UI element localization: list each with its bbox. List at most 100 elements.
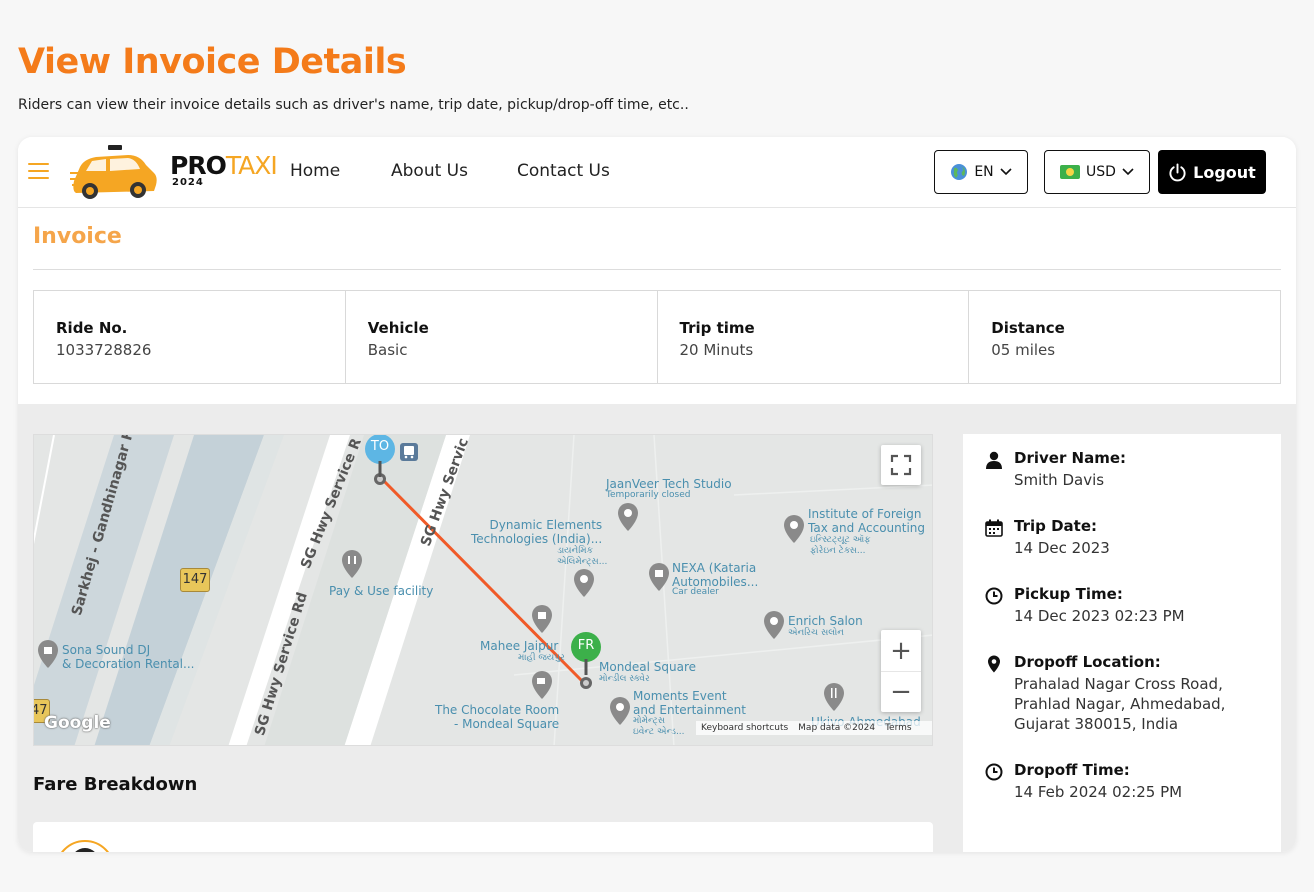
trip-details-card: Driver Name: Smith Davis Trip Date: 14 D…	[963, 434, 1281, 852]
clock-icon	[985, 587, 1003, 605]
calendar-icon	[985, 519, 1003, 537]
place-note: Temporarily closed	[606, 490, 691, 500]
cafe-pin-icon[interactable]	[532, 671, 552, 699]
map-data-label: Map data ©2024	[798, 723, 876, 733]
place-label[interactable]: Pay & Use facility	[329, 584, 433, 598]
logo-taxi: TAXI	[225, 151, 278, 180]
nav-link-about-us[interactable]: About Us	[391, 161, 468, 181]
place-note: એનરિચ સલોન	[788, 628, 844, 638]
fare-breakdown-title: Fare Breakdown	[33, 774, 198, 795]
place-note: માહી જયપુર	[518, 653, 565, 663]
zoom-out-button[interactable]: −	[881, 671, 921, 712]
stat-label: Vehicle	[367, 319, 429, 337]
place-label[interactable]: Mondeal Square	[599, 660, 696, 674]
place-note: ઇન્સ્ટિટ્યૂટ ઑફ ફોરેઇન ટેક્સ...	[810, 535, 871, 556]
bus-stop-icon	[400, 443, 418, 461]
logout-button[interactable]: Logout	[1158, 150, 1266, 194]
nav-link-contact-us[interactable]: Contact Us	[517, 161, 610, 181]
map-pin-icon[interactable]	[574, 569, 594, 597]
google-logo: Google	[44, 713, 111, 733]
detail-value: Prahalad Nagar Cross Road, Prahlad Nagar…	[1014, 675, 1226, 733]
detail-label: Driver Name:	[1014, 449, 1127, 467]
clock-icon	[985, 763, 1003, 781]
shopping-pin-icon[interactable]	[649, 563, 669, 591]
navbar: PROTAXI 2024 Home About Us Contact Us EN…	[18, 137, 1296, 208]
map-canvas	[34, 435, 932, 745]
map-attribution: Keyboard shortcuts Map data ©2024 Terms	[696, 721, 932, 735]
map-pin-icon[interactable]	[784, 515, 804, 543]
marker-from-label: FR	[577, 638, 595, 653]
detail-label: Trip Date:	[1014, 517, 1097, 535]
detail-label: Pickup Time:	[1014, 585, 1123, 603]
app-frame: PROTAXI 2024 Home About Us Contact Us EN…	[18, 137, 1296, 852]
map-pin-icon[interactable]	[610, 697, 630, 725]
detail-value: 14 Feb 2024 02:25 PM	[1014, 783, 1183, 801]
restaurant-pin-icon[interactable]	[824, 683, 844, 711]
place-label[interactable]: Sona Sound DJ & Decoration Rental...	[62, 643, 194, 671]
content-area: TO FR 147 47 Sarkhej - Gandhinagar H SG …	[18, 404, 1296, 852]
place-label[interactable]: Dynamic Elements Technologies (India)...	[471, 518, 602, 546]
restroom-pin-icon[interactable]	[342, 550, 362, 578]
map-fullscreen-button[interactable]	[881, 445, 921, 485]
detail-label: Dropoff Time:	[1014, 761, 1130, 779]
detail-value: 14 Dec 2023	[1014, 539, 1110, 557]
place-label[interactable]: JaanVeer Tech Studio	[606, 477, 732, 491]
place-note: ડાયનેમિક એલિમેન્ટ્સ...	[557, 546, 608, 567]
taxi-logo-icon	[70, 145, 157, 199]
stat-ride-no: Ride No. 1033728826	[34, 291, 346, 383]
brand-logo[interactable]: PROTAXI 2024	[170, 151, 278, 188]
place-note: Car dealer	[672, 587, 719, 597]
place-label[interactable]: NEXA (Kataria Automobiles...	[672, 561, 758, 589]
place-label[interactable]: The Chocolate Room - Mondeal Square	[435, 703, 559, 731]
stat-value: 20 Minuts	[679, 341, 754, 359]
stat-label: Distance	[991, 319, 1065, 337]
shopping-pin-icon[interactable]	[38, 640, 58, 668]
currency-select[interactable]: USD	[1044, 150, 1150, 194]
stat-value: 05 miles	[991, 341, 1056, 359]
place-note: મોમેન્ટ્સ ઇવેન્ટ એન્ડ...	[633, 716, 685, 737]
fare-breakdown-card	[33, 822, 933, 852]
fullscreen-icon	[890, 454, 912, 476]
marker-to-label: TO	[370, 439, 390, 454]
logo-year: 2024	[172, 177, 204, 188]
logo-pro: PRO	[170, 151, 227, 180]
stat-value: Basic	[367, 341, 408, 359]
place-label[interactable]: Moments Event and Entertainment	[633, 689, 746, 717]
detail-value: 14 Dec 2023 02:23 PM	[1014, 607, 1185, 625]
stat-label: Trip time	[679, 319, 755, 337]
cash-icon	[1060, 165, 1081, 179]
place-label[interactable]: Institute of Foreign Tax and Accounting	[808, 507, 925, 535]
stat-vehicle: Vehicle Basic	[346, 291, 658, 383]
page-subheading: Riders can view their invoice details su…	[18, 97, 689, 113]
location-pin-icon	[988, 655, 1000, 673]
place-label[interactable]: Enrich Salon	[788, 614, 863, 628]
terms-link[interactable]: Terms	[885, 723, 912, 733]
route-map[interactable]: TO FR 147 47 Sarkhej - Gandhinagar H SG …	[33, 434, 933, 746]
detail-label: Dropoff Location:	[1014, 653, 1161, 671]
place-label[interactable]: Mahee Jaipur	[480, 639, 558, 653]
detail-value: Smith Davis	[1014, 471, 1105, 489]
chevron-down-icon	[1122, 168, 1134, 176]
map-pin-icon[interactable]	[764, 611, 784, 639]
stat-label: Ride No.	[56, 319, 128, 337]
route-147-badge: 147	[180, 568, 210, 592]
invoice-title: Invoice	[33, 224, 122, 249]
nav-link-home[interactable]: Home	[290, 161, 340, 181]
map-zoom-controls: + −	[881, 630, 921, 712]
power-icon	[1169, 162, 1186, 181]
divider	[33, 269, 1281, 270]
stat-value: 1033728826	[56, 341, 152, 359]
hamburger-menu-icon[interactable]	[28, 163, 49, 180]
stat-trip-time: Trip time 20 Minuts	[658, 291, 970, 383]
map-pin-icon[interactable]	[618, 503, 638, 531]
globe-icon	[951, 164, 968, 180]
chevron-down-icon	[1000, 168, 1012, 176]
keyboard-shortcuts-link[interactable]: Keyboard shortcuts	[701, 723, 788, 733]
zoom-in-button[interactable]: +	[881, 630, 921, 671]
shopping-pin-icon[interactable]	[532, 605, 552, 633]
place-note: મોન્ડીલ સ્ક્વેર	[599, 674, 650, 684]
currency-value: USD	[1086, 164, 1116, 180]
invoice-stats: Ride No. 1033728826 Vehicle Basic Trip t…	[33, 290, 1281, 384]
language-select[interactable]: EN	[934, 150, 1028, 194]
language-value: EN	[974, 164, 994, 180]
